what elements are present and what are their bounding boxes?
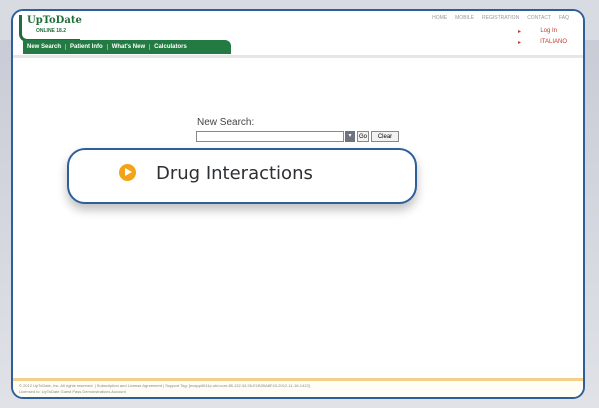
logo-sub-text: ONLINE 18.2 (36, 28, 67, 34)
login-link[interactable]: Log In (540, 28, 557, 34)
play-arrow-icon (119, 164, 136, 181)
top-link-faq[interactable]: FAQ (559, 15, 569, 21)
search-options-dropdown-icon[interactable]: ▾ (345, 131, 355, 142)
top-links: HOME MOBILE REGISTRATION CONTACT FAQ (432, 15, 569, 21)
drug-interactions-callout[interactable]: Drug Interactions (67, 148, 417, 204)
tab-new-search[interactable]: New Search (23, 44, 67, 50)
search-label: New Search: (197, 117, 255, 128)
tab-patient-info[interactable]: Patient Info (66, 44, 108, 50)
top-link-mobile[interactable]: MOBILE (455, 15, 474, 21)
uptodate-logo[interactable]: UpToDate ONLINE 18.2 (19, 15, 82, 42)
page-footer: © 2012 UpToDate, Inc. All rights reserve… (13, 378, 583, 397)
app-header: UpToDate ONLINE 18.2 HOME MOBILE REGISTR… (13, 11, 583, 55)
top-link-registration[interactable]: REGISTRATION (482, 15, 519, 21)
logo-main-text: UpToDate (27, 15, 82, 26)
tab-whats-new[interactable]: What's New (108, 44, 151, 50)
header-divider (13, 55, 583, 58)
browser-window: UpToDate ONLINE 18.2 HOME MOBILE REGISTR… (11, 9, 585, 399)
tab-calculators[interactable]: Calculators (150, 44, 191, 50)
search-input[interactable] (196, 131, 344, 142)
go-button[interactable]: Go (357, 131, 369, 142)
top-link-contact[interactable]: CONTACT (527, 15, 551, 21)
main-nav-tabs: New Search Patient Info What's New Calcu… (23, 40, 231, 54)
language-bullet-icon: ▸ (517, 40, 521, 46)
footer-copyright: © 2012 UpToDate, Inc. All rights reserve… (19, 383, 310, 388)
language-link[interactable]: ITALIANO (540, 39, 567, 45)
clear-button[interactable]: Clear (371, 131, 399, 142)
footer-license: Licensed to: UpToDate Guest Pass Demonst… (19, 389, 126, 394)
top-link-home[interactable]: HOME (432, 15, 447, 21)
login-bullet-icon: ▸ (517, 29, 521, 35)
drug-interactions-label: Drug Interactions (156, 163, 313, 184)
